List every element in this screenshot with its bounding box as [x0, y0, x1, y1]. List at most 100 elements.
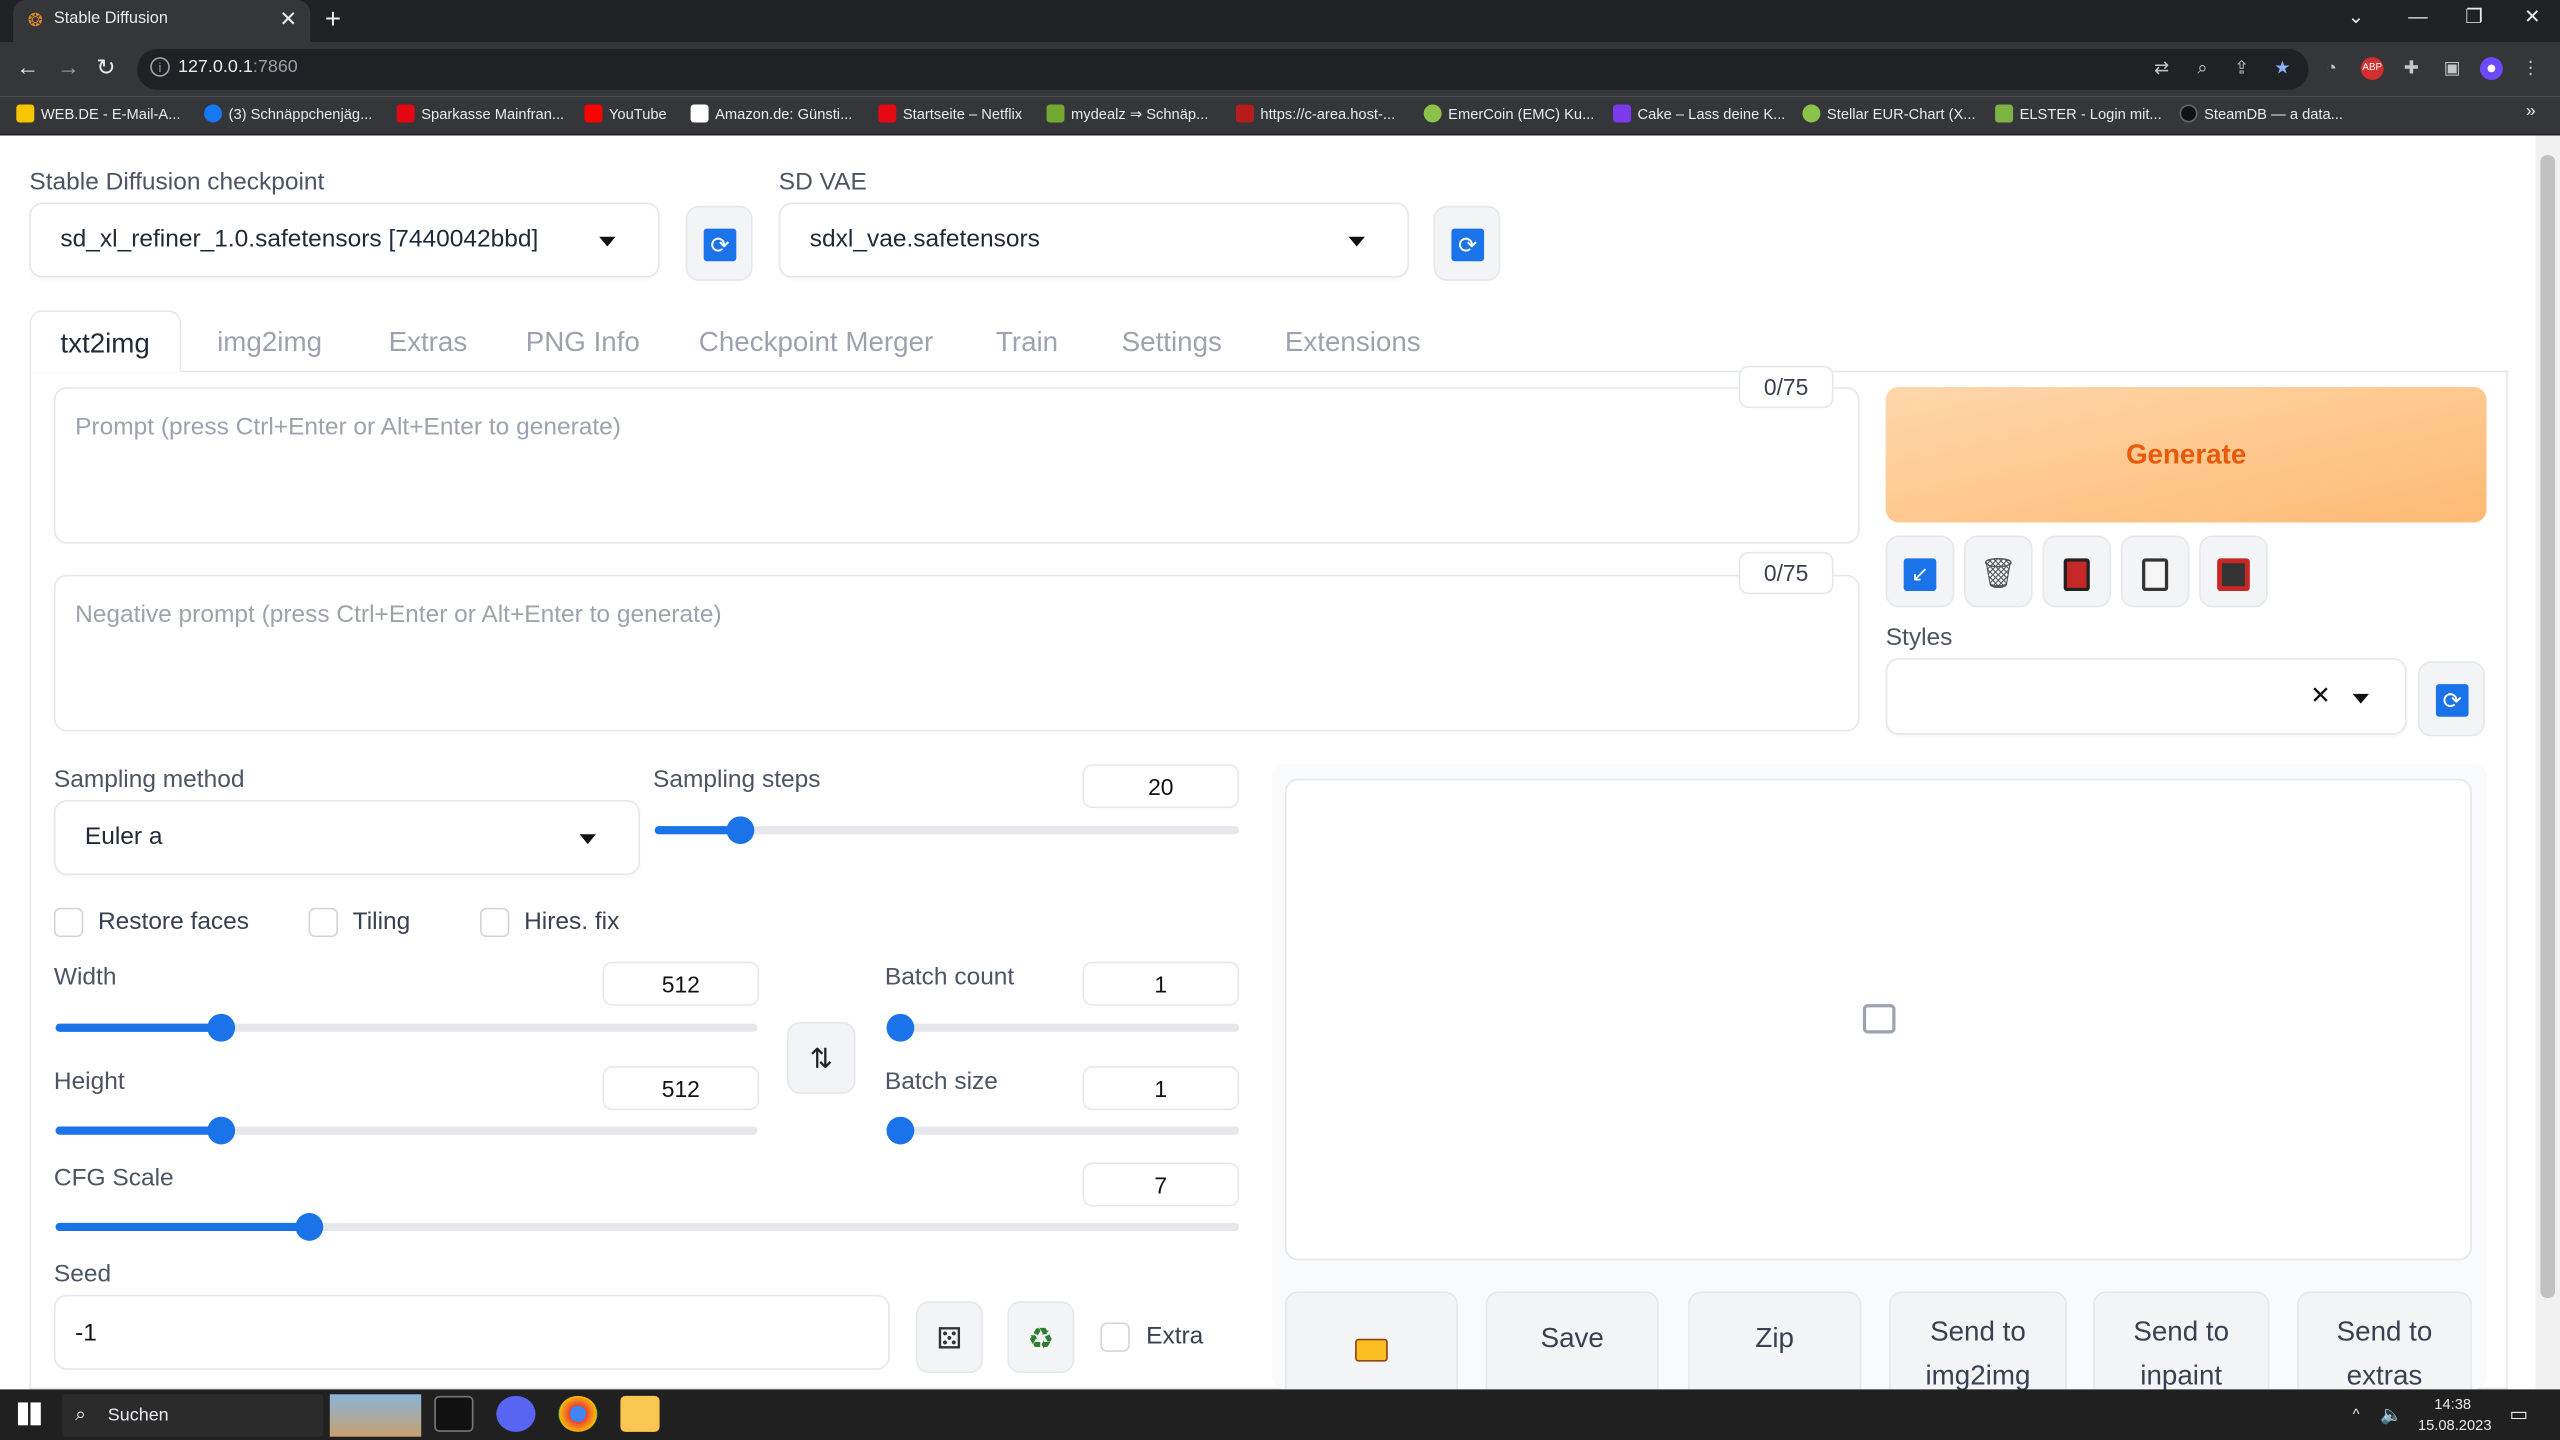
close-tab-icon[interactable]: ✕	[279, 7, 297, 33]
forward-icon[interactable]: →	[57, 54, 80, 80]
random-seed-button[interactable]: ⚄	[915, 1301, 983, 1374]
tab-extras[interactable]: Extras	[389, 310, 468, 372]
bookmark-item[interactable]: WEB.DE - E-Mail-A...	[16, 104, 180, 127]
minimize-icon[interactable]: —	[2408, 5, 2428, 28]
bookmark-item[interactable]: ELSTER - Login mit...	[1995, 104, 2162, 127]
extra-seed-checkbox[interactable]	[1100, 1322, 1130, 1352]
prompt-textarea[interactable]: Prompt (press Ctrl+Enter or Alt+Enter to…	[53, 386, 1860, 544]
terminal-app-icon[interactable]	[434, 1395, 474, 1432]
refresh-styles-button[interactable]: ⟳	[2417, 661, 2485, 737]
adblock-icon[interactable]: ABP	[2360, 57, 2384, 80]
tray-chevron-icon[interactable]: ^	[2353, 1406, 2360, 1422]
sampling-method-dropdown[interactable]: Euler a	[53, 799, 640, 876]
tab-train[interactable]: Train	[996, 310, 1058, 372]
cfg-scale-slider[interactable]	[55, 1213, 1240, 1241]
tab-checkpoint-merger[interactable]: Checkpoint Merger	[699, 310, 933, 372]
bookmark-item[interactable]: Amazon.de: Günsti...	[690, 104, 852, 127]
tab-txt2img[interactable]: txt2img	[29, 310, 181, 373]
checkpoint-dropdown[interactable]: sd_xl_refiner_1.0.safetensors [7440042bb…	[29, 202, 660, 278]
volume-icon[interactable]: 🔈	[2380, 1404, 2402, 1426]
clock-time[interactable]: 14:38	[2434, 1396, 2471, 1412]
bookmark-item[interactable]: Sparkasse Mainfran...	[396, 104, 564, 127]
page-scrollbar[interactable]	[2535, 135, 2560, 1390]
back-icon[interactable]: ←	[16, 54, 39, 80]
tab-png-info[interactable]: PNG Info	[526, 310, 640, 372]
sampling-steps-slider[interactable]	[654, 816, 1240, 845]
clear-styles-icon[interactable]: ✕	[2310, 681, 2331, 710]
site-info-icon[interactable]: i	[150, 57, 170, 77]
taskbar-search-box[interactable]: ⌕ Suchen	[62, 1394, 422, 1437]
read-params-button[interactable]: ↙	[1885, 535, 1955, 608]
incognito-icon[interactable]: ◔	[2320, 57, 2343, 80]
hires-fix-checkbox[interactable]	[479, 907, 510, 938]
save-style-button[interactable]	[2199, 535, 2268, 608]
slider-handle[interactable]	[726, 816, 755, 845]
bookmark-item[interactable]: Stellar EUR-Chart (X...	[1802, 104, 1976, 127]
close-window-icon[interactable]: ✕	[2524, 5, 2540, 28]
slider-handle[interactable]	[207, 1116, 236, 1145]
restore-icon[interactable]: ❐	[2465, 5, 2483, 28]
seed-input[interactable]: -1	[53, 1294, 890, 1370]
bookmark-item[interactable]: SteamDB — a data...	[2179, 104, 2343, 127]
apply-style-button[interactable]	[2120, 535, 2190, 608]
width-input[interactable]: 512	[602, 961, 760, 1006]
tab-extensions[interactable]: Extensions	[1285, 310, 1421, 372]
share-icon[interactable]: ⇪	[2230, 57, 2253, 80]
bookmark-item[interactable]: (3) Schnäppchenjäg...	[204, 104, 372, 127]
tab-search-icon[interactable]: ⌄	[2348, 5, 2364, 28]
height-input[interactable]: 512	[602, 1066, 760, 1111]
slider-handle[interactable]	[295, 1213, 324, 1241]
refresh-checkpoint-button[interactable]: ⟳	[685, 205, 753, 281]
reload-icon[interactable]: ↻	[96, 54, 115, 82]
styles-dropdown[interactable]: ✕	[1885, 657, 2407, 735]
slider-handle[interactable]	[886, 1116, 915, 1145]
notifications-icon[interactable]: ▭	[2509, 1402, 2528, 1425]
discord-app-icon[interactable]	[496, 1395, 536, 1432]
bookmark-item[interactable]: Startseite – Netflix	[878, 104, 1022, 127]
clear-prompt-button[interactable]: 🗑	[1964, 535, 2033, 608]
batch-count-slider[interactable]	[886, 1013, 1240, 1042]
chrome-app-icon[interactable]	[558, 1395, 598, 1432]
batch-size-slider[interactable]	[886, 1116, 1240, 1145]
cfg-scale-input[interactable]: 7	[1082, 1162, 1240, 1207]
slider-handle[interactable]	[207, 1013, 236, 1042]
reuse-seed-button[interactable]: ♻	[1007, 1301, 1075, 1374]
tab-settings[interactable]: Settings	[1122, 310, 1222, 372]
more-bookmarks-icon[interactable]: »	[2526, 101, 2536, 124]
bookmark-item[interactable]: YouTube	[584, 104, 667, 127]
swap-dimensions-button[interactable]: ⇅	[786, 1022, 856, 1094]
bookmark-star-icon[interactable]: ★	[2271, 57, 2294, 80]
address-bar[interactable]: i 127.0.0.1:7860	[137, 48, 2309, 90]
vae-dropdown[interactable]: sdxl_vae.safetensors	[778, 202, 1409, 278]
bookmark-item[interactable]: https://c-area.host-...	[1235, 104, 1395, 127]
side-panel-icon[interactable]: ▣	[2441, 57, 2464, 80]
generate-button[interactable]: Generate	[1885, 386, 2487, 523]
bookmark-item[interactable]: mydealz ⇒ Schnäp...	[1046, 104, 1208, 127]
batch-size-input[interactable]: 1	[1082, 1066, 1240, 1111]
clock-date[interactable]: 15.08.2023	[2418, 1417, 2492, 1433]
scrollbar-thumb[interactable]	[2540, 155, 2556, 1298]
menu-icon[interactable]: ⋮	[2519, 57, 2542, 80]
bookmark-item[interactable]: Cake – Lass deine K...	[1613, 104, 1785, 127]
extensions-icon[interactable]: ✚	[2400, 57, 2423, 80]
extra-networks-button[interactable]	[2042, 535, 2112, 608]
height-slider[interactable]	[55, 1116, 758, 1145]
batch-count-input[interactable]: 1	[1082, 961, 1240, 1006]
translate-icon[interactable]: ⇄	[2150, 57, 2173, 80]
refresh-vae-button[interactable]: ⟳	[1433, 205, 1501, 281]
new-tab-icon[interactable]: +	[325, 3, 341, 36]
negative-prompt-textarea[interactable]: Negative prompt (press Ctrl+Enter or Alt…	[53, 574, 1860, 732]
bookmark-item[interactable]: EmerCoin (EMC) Ku...	[1423, 104, 1594, 127]
file-explorer-app-icon[interactable]	[620, 1395, 660, 1432]
width-slider[interactable]	[55, 1013, 758, 1042]
browser-tab[interactable]: ❂ Stable Diffusion ✕	[13, 0, 311, 43]
tiling-checkbox[interactable]	[308, 907, 338, 938]
image-gallery[interactable]	[1284, 778, 2472, 1261]
restore-faces-checkbox[interactable]	[53, 907, 84, 938]
slider-handle[interactable]	[886, 1013, 915, 1042]
profile-avatar[interactable]: ●	[2479, 57, 2503, 80]
sampling-steps-input[interactable]: 20	[1082, 764, 1240, 809]
tab-img2img[interactable]: img2img	[217, 310, 322, 372]
windows-start-icon[interactable]	[17, 1402, 41, 1426]
zoom-icon[interactable]: ⌕	[2191, 57, 2214, 80]
